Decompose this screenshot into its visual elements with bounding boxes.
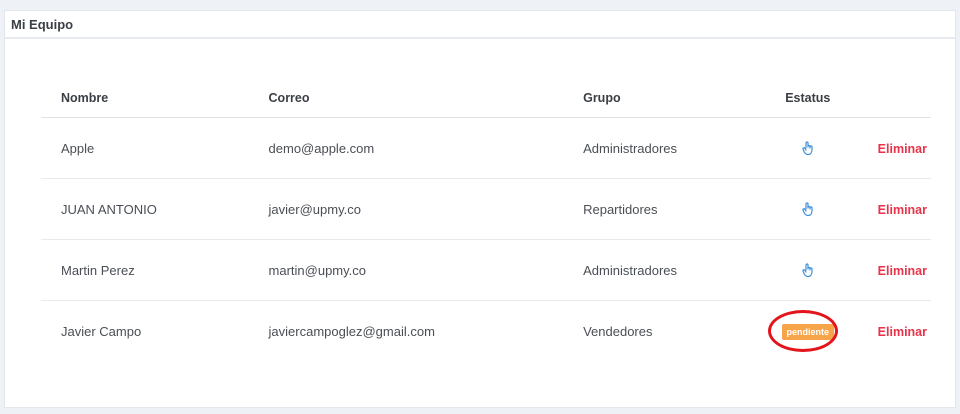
table-row: Apple demo@apple.com Administradores Eli…	[41, 117, 931, 179]
header-name: Nombre	[41, 79, 249, 118]
cell-name: Apple	[41, 117, 249, 179]
table-row: Martin Perez martin@upmy.co Administrado…	[41, 239, 931, 301]
cell-email: javiercampoglez@gmail.com	[268, 323, 435, 339]
cell-email: javier@upmy.co	[248, 178, 564, 240]
cell-name: JUAN ANTONIO	[41, 178, 249, 240]
header-action	[857, 79, 931, 118]
hand-pointer-icon[interactable]	[801, 140, 815, 156]
annotation-circle	[767, 309, 838, 352]
cell-group: Administradores	[563, 239, 758, 301]
delete-link[interactable]: Eliminar	[878, 264, 927, 278]
table-row: Javier Campo javiercampoglez@gmail.com V…	[41, 301, 931, 362]
header-email: Correo	[248, 79, 564, 118]
header-group: Grupo	[563, 79, 758, 118]
hand-pointer-icon[interactable]	[801, 262, 815, 278]
delete-link[interactable]: Eliminar	[878, 203, 927, 217]
cell-group: Repartidores	[563, 178, 758, 240]
cell-name: Javier Campo	[61, 323, 142, 339]
cell-email: demo@apple.com	[248, 117, 564, 179]
cell-status: pendiente	[758, 301, 858, 362]
top-strip	[0, 0, 960, 8]
cell-status	[757, 239, 858, 301]
cell-name: Martin Perez	[41, 239, 249, 301]
team-panel: Mi Equipo Nombre Correo Grupo Estatus Ap…	[4, 10, 956, 408]
cell-group: Vendedores	[583, 323, 653, 339]
cell-status	[757, 117, 858, 179]
team-table: Nombre Correo Grupo Estatus Apple demo@a…	[41, 79, 931, 361]
pending-badge: pendiente	[767, 309, 838, 352]
cell-group: Administradores	[563, 117, 758, 179]
table-header-row: Nombre Correo Grupo Estatus	[41, 79, 931, 118]
cell-email: martin@upmy.co	[248, 239, 564, 301]
cell-status	[757, 178, 858, 240]
panel-title: Mi Equipo	[5, 11, 955, 39]
delete-link[interactable]: Eliminar	[878, 142, 927, 156]
table-row: JUAN ANTONIO javier@upmy.co Repartidores…	[41, 178, 931, 240]
delete-link[interactable]: Eliminar	[878, 325, 927, 339]
hand-pointer-icon[interactable]	[801, 201, 815, 217]
header-status: Estatus	[757, 79, 858, 118]
